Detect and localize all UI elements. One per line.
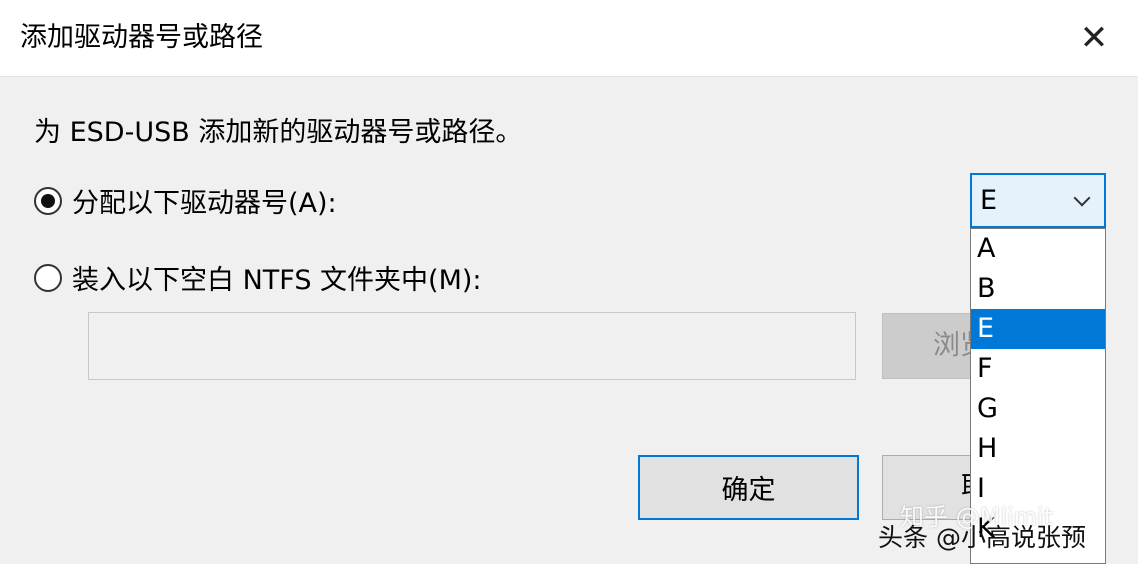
assign-letter-option[interactable]: 分配以下驱动器号(A): xyxy=(34,181,337,220)
drive-letter-select[interactable]: E xyxy=(970,173,1106,228)
mount-folder-radio[interactable] xyxy=(34,263,62,292)
assign-letter-radio[interactable] xyxy=(34,186,62,215)
toutiao-watermark: 头条 @小高说张预 xyxy=(878,523,1086,552)
dropdown-option[interactable]: F xyxy=(971,349,1105,389)
chevron-down-icon xyxy=(1073,189,1091,206)
dropdown-option[interactable]: G xyxy=(971,389,1105,429)
dropdown-option[interactable]: A xyxy=(971,229,1105,269)
dialog-description: 为 ESD-USB 添加新的驱动器号或路径。 xyxy=(34,117,523,148)
close-icon[interactable]: ✕ xyxy=(1078,21,1110,55)
title-bar: 添加驱动器号或路径 ✕ xyxy=(0,0,1138,77)
drive-letter-value: E xyxy=(980,185,998,216)
mount-folder-label: 装入以下空白 NTFS 文件夹中(M): xyxy=(72,265,482,296)
ok-button[interactable]: 确定 xyxy=(638,455,859,520)
dropdown-option[interactable]: B xyxy=(971,269,1105,309)
assign-letter-label: 分配以下驱动器号(A): xyxy=(72,188,337,219)
folder-path-input[interactable] xyxy=(88,312,856,380)
dropdown-option[interactable]: H xyxy=(971,429,1105,469)
mount-folder-option[interactable]: 装入以下空白 NTFS 文件夹中(M): xyxy=(34,258,482,297)
ok-button-label: 确定 xyxy=(721,475,776,506)
dropdown-option-selected[interactable]: E xyxy=(971,309,1105,349)
dialog-title: 添加驱动器号或路径 xyxy=(20,22,263,53)
